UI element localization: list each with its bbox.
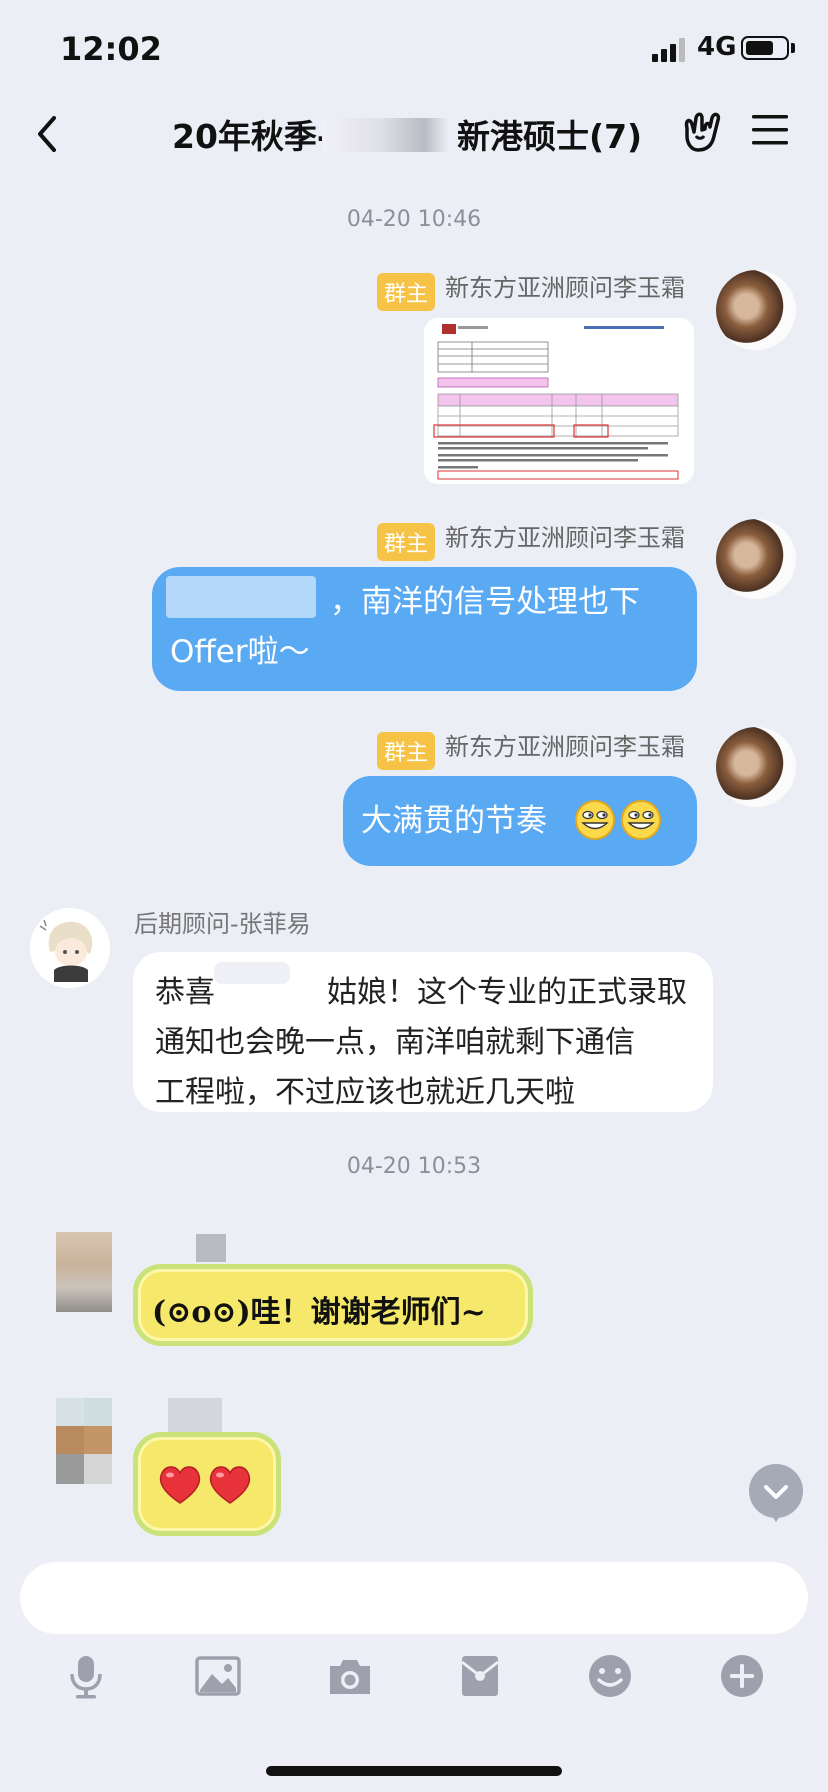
offer-letter-thumbnail bbox=[424, 318, 694, 484]
sender-line: 群主 新东方亚洲顾问李玉霜 bbox=[376, 518, 685, 561]
battery-cap bbox=[791, 43, 795, 53]
image-message[interactable] bbox=[424, 318, 694, 484]
owner-badge: 群主 bbox=[376, 272, 435, 311]
sender-name: 新东方亚洲顾问李玉霜 bbox=[445, 733, 685, 761]
menu-icon[interactable] bbox=[750, 110, 790, 150]
scroll-down-icon bbox=[764, 1485, 788, 1499]
avatar[interactable] bbox=[716, 270, 796, 350]
timestamp: 04-20 10:53 bbox=[346, 1154, 482, 1179]
back-icon[interactable] bbox=[24, 106, 72, 162]
status-time: 12:02 bbox=[60, 30, 162, 68]
scroll-down-button[interactable] bbox=[749, 1464, 803, 1518]
owner-badge: 群主 bbox=[376, 731, 435, 770]
avatar[interactable] bbox=[56, 1232, 112, 1312]
battery-icon bbox=[741, 36, 789, 60]
plus-icon[interactable] bbox=[718, 1652, 766, 1700]
sticker-bubble[interactable] bbox=[133, 1432, 281, 1536]
message-text: 姑娘！这个专业的正式录取 bbox=[327, 975, 687, 1010]
timestamp: 04-20 10:46 bbox=[346, 207, 482, 232]
sticker-bubble[interactable]: (⊙o⊙)哇！谢谢老师们~ bbox=[133, 1264, 533, 1346]
mic-icon[interactable] bbox=[62, 1652, 110, 1700]
sender-name: 新东方亚洲顾问李玉霜 bbox=[445, 274, 685, 302]
chat-title-prefix: 20年秋季- bbox=[172, 117, 331, 156]
avatar[interactable] bbox=[716, 519, 796, 599]
message-line: Offer啦～ bbox=[170, 634, 310, 670]
cartoon-avatar-image bbox=[30, 908, 110, 988]
sender-name: 后期顾问-张菲易 bbox=[134, 910, 311, 938]
message-line: 通知也会晚一点，南洋咱就剩下通信 bbox=[155, 1025, 635, 1060]
red-packet-icon[interactable] bbox=[456, 1652, 504, 1700]
network-type: 4G bbox=[697, 32, 737, 62]
name-redaction bbox=[214, 962, 290, 984]
scroll-down-tail bbox=[769, 1512, 783, 1522]
avatar[interactable] bbox=[56, 1398, 112, 1484]
hearts-icon bbox=[159, 1466, 251, 1504]
avatar[interactable] bbox=[30, 908, 110, 988]
name-redaction bbox=[166, 576, 316, 618]
message-line: 工程啦，不过应该也就近几天啦 bbox=[155, 1075, 575, 1110]
grin-emoji-icon bbox=[575, 800, 661, 840]
message-text: (⊙o⊙)哇！谢谢老师们~ bbox=[152, 1295, 486, 1330]
sender-line: 群主 新东方亚洲顾问李玉霜 bbox=[376, 268, 685, 311]
home-indicator bbox=[266, 1766, 562, 1776]
sender-line: 群主 新东方亚洲顾问李玉霜 bbox=[376, 727, 685, 770]
text-message[interactable]: 大满贯的节奏 bbox=[343, 776, 697, 866]
emoji-icon[interactable] bbox=[586, 1652, 634, 1700]
message-text: 大满贯的节奏 bbox=[361, 803, 547, 839]
camera-icon[interactable] bbox=[326, 1652, 374, 1700]
sender-name: 新东方亚洲顾问李玉霜 bbox=[445, 524, 685, 552]
sender-name-redaction bbox=[196, 1234, 226, 1262]
owner-badge: 群主 bbox=[376, 522, 435, 561]
avatar[interactable] bbox=[716, 727, 796, 807]
image-icon[interactable] bbox=[194, 1652, 242, 1700]
chat-title-suffix: 新港硕士(7) bbox=[457, 117, 643, 156]
message-text: 恭喜 bbox=[155, 975, 215, 1010]
message-input[interactable] bbox=[20, 1562, 808, 1634]
rock-hand-icon[interactable] bbox=[678, 108, 726, 156]
signal-icon bbox=[652, 38, 685, 62]
title-redaction bbox=[322, 118, 450, 152]
